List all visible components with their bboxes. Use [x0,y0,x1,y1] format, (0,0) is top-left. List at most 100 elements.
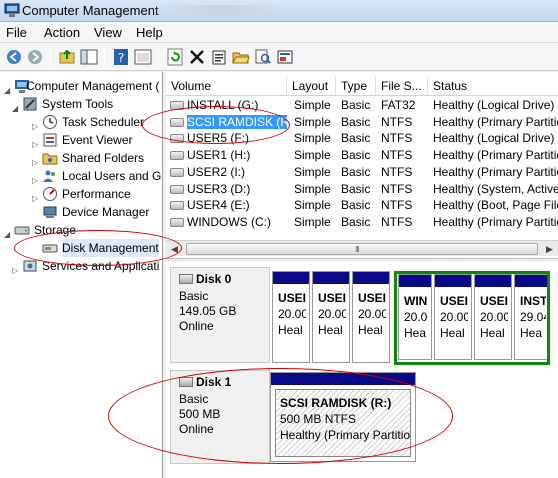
performance-icon [43,187,57,201]
event-viewer-icon [43,133,57,147]
column-type[interactable]: Type [336,76,376,96]
column-status[interactable]: Status [428,76,558,96]
horizontal-scrollbar[interactable]: ◀ III ▶ [166,240,558,256]
partition-bar [353,272,389,284]
partition-status: Heal [358,323,383,337]
disk-0-partition[interactable]: USEI 20.00 Heal [352,271,390,363]
collapse-arrow-icon[interactable]: ◢ [4,226,10,244]
expand-arrow-icon[interactable]: ▷ [12,262,18,280]
volume-row[interactable]: USER2 (I:) Simple Basic NTFS Healthy (Primar… [166,164,558,181]
volume-cell-text: SCSI RAMDISK (R:) [187,114,287,129]
volume-cell-text: USER5 (F:) [187,131,250,146]
volume-row[interactable]: USER5 (F:) Simple Basic NTFS Healthy (Logica… [166,130,558,147]
volume-cell-status: Healthy (Logical Drive) [433,130,558,147]
system-tools-icon [23,97,37,111]
volume-cell-type: Basic [341,97,376,114]
volume-cell-text: USER4 (E:) [187,198,250,213]
volume-cell-fs: NTFS [381,130,428,147]
volume-cell-text: Healthy (Primary Partitio [433,148,558,163]
help-icon[interactable]: ? [112,48,130,66]
volume-row[interactable]: WINDOWS (C:) Simple Basic NTFS Healthy (Prim… [166,214,558,231]
forward-arrow-icon[interactable] [26,48,44,66]
volume-row[interactable]: USER4 (E:) Simple Basic NTFS Healthy (Boot, … [166,197,558,214]
expand-arrow-icon[interactable]: ▷ [32,172,38,190]
disk-1-label[interactable]: Disk 1 Basic 500 MB Online [170,370,270,464]
volume-row[interactable]: SCSI RAMDISK (R:) Simple Basic NTFS Healthy … [166,114,558,131]
column-file-system[interactable]: File S... [376,76,428,96]
wizard-icon[interactable] [276,48,294,66]
volume-drive-icon [170,117,184,127]
volume-cell-text: WINDOWS (C:) [187,214,271,229]
disk-0-label[interactable]: Disk 0 Basic 149.05 GB Online [170,267,270,363]
volume-cell-text: Healthy (Primary Partitio [433,164,558,179]
svg-text:?: ? [118,51,124,65]
volume-cell-fs: NTFS [381,114,428,131]
disk-0-partition[interactable]: USEI 20.00 Heal [272,271,310,363]
volume-cell-text: USER3 (D:) [187,181,251,196]
volume-row[interactable]: INSTALL (G:) Simple Basic FAT32 Healthy (Log… [166,97,558,114]
menu-help[interactable]: Help [136,25,163,40]
disk-0-partition[interactable]: USEI 20.00 Heal [312,271,350,363]
volume-cell-text: Healthy (Logical Drive) [433,131,555,146]
console-icon[interactable] [134,48,152,66]
volume-cell-fs: FAT32 [381,97,428,114]
volume-cell-layout: Simple [294,130,336,147]
volume-cell-text: NTFS [381,181,413,196]
disk-icon [179,377,193,387]
disk-1-partition-ramdisk[interactable]: SCSI RAMDISK (R:) 500 MB NTFS Healthy (P… [270,372,416,462]
scrollbar-grip: III [355,245,360,254]
partition-size: 20.00 [358,307,386,321]
volume-cell-text: Simple [294,181,331,196]
volume-cell-status: Healthy (Primary Partitio [433,114,558,131]
back-arrow-icon[interactable] [5,48,23,66]
scrollbar-thumb[interactable]: III [186,243,538,255]
partition-size: 20.00 [278,307,306,321]
volume-cell-fs: NTFS [381,147,428,164]
partition-status: Heal [278,323,303,337]
volume-cell-volume: INSTALL (G:) [170,97,287,114]
volume-cell-status: Healthy (Boot, Page File [433,197,558,214]
content-pane: Volume Layout Type File S... Status INST… [166,72,558,478]
expand-arrow-icon[interactable]: ▷ [32,136,38,154]
volume-cell-status: Healthy (Primary Partitio [433,214,558,231]
expand-arrow-icon[interactable]: ▷ [32,190,38,208]
show-hide-tree-icon[interactable] [80,48,98,66]
shared-folder-icon [42,153,58,165]
menu-view[interactable]: View [94,25,122,40]
volume-cell-text: Simple [294,98,331,112]
column-volume[interactable]: Volume [166,76,287,96]
up-folder-icon[interactable] [58,48,76,66]
volume-cell-layout: Simple [294,114,336,131]
menu-bar: File Action View Help [0,22,558,43]
volume-cell-text: NTFS [381,148,413,163]
volume-cell-text: INSTALL (G:) [187,98,259,112]
volume-cell-text: Simple [294,164,331,179]
volume-cell-volume: USER3 (D:) [170,181,287,198]
scroll-left-icon[interactable]: ◀ [171,244,178,255]
scroll-right-icon[interactable]: ▶ [546,244,553,255]
volume-row[interactable]: USER1 (H:) Simple Basic NTFS Healthy (Primar… [166,147,558,164]
open-folder-icon[interactable] [232,48,250,66]
volume-drive-icon [170,151,184,161]
column-layout[interactable]: Layout [287,76,336,96]
collapse-arrow-icon[interactable]: ◢ [12,100,18,118]
delete-icon[interactable] [188,48,206,66]
collapse-arrow-icon[interactable]: ◢ [4,82,10,100]
menu-action[interactable]: Action [44,25,80,40]
volume-cell-layout: Simple [294,214,336,231]
refresh-icon[interactable] [166,48,184,66]
volume-cell-type: Basic [341,197,376,214]
search-icon[interactable] [254,48,272,66]
volume-cell-text: Basic [341,98,371,112]
volume-row[interactable]: USER3 (D:) Simple Basic NTFS Healthy (System… [166,181,558,198]
toolbar: ? [0,43,558,71]
volume-cell-status: Healthy (Logical Drive) [433,97,558,114]
expand-arrow-icon[interactable]: ▷ [32,118,38,136]
menu-file[interactable]: File [6,25,27,40]
volume-cell-volume: USER4 (E:) [170,197,287,214]
expand-arrow-icon[interactable]: ▷ [32,154,38,172]
clock-icon [43,115,57,129]
properties-icon[interactable] [210,48,228,66]
volume-cell-type: Basic [341,214,376,231]
volume-cell-text: Simple [294,114,331,129]
